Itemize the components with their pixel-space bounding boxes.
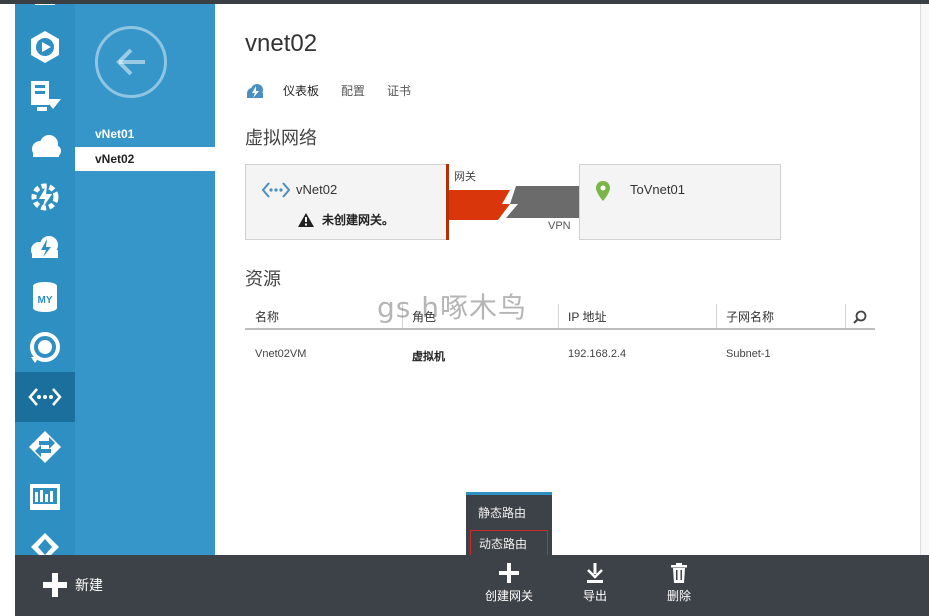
networks-icon [28, 388, 62, 406]
tab-certificates[interactable]: 证书 [387, 82, 411, 99]
rail-item-cloud-services[interactable] [15, 122, 75, 172]
column-header-subnet[interactable]: 子网名称 [726, 308, 774, 325]
download-icon [587, 563, 603, 583]
hdinsight-icon [31, 236, 58, 258]
rail-item-hdinsight[interactable] [15, 222, 75, 272]
rail-item-media-services[interactable] [15, 22, 75, 72]
right-panel-edge [920, 4, 929, 555]
export-label: 导出 [582, 589, 607, 603]
trash-icon [671, 563, 687, 583]
tab-dashboard[interactable]: 仪表板 [283, 82, 319, 99]
menu-item-dynamic-routing[interactable]: 动态路由 [470, 530, 548, 556]
create-gateway-button[interactable]: 创建网关 [481, 563, 537, 604]
menu-item-static-routing[interactable]: 静态路由 [470, 500, 548, 526]
service-rail: MY [15, 4, 75, 555]
column-header-ip[interactable]: IP 地址 [568, 308, 606, 325]
media-services-icon [31, 31, 59, 63]
tab-configure[interactable]: 配置 [341, 82, 365, 99]
gateway-label: 网关 [454, 171, 476, 183]
network-list-panel: vNet01 vNet02 [75, 4, 215, 555]
left-edge [0, 4, 15, 555]
rail-item-automation[interactable] [15, 172, 75, 222]
network-icon [262, 182, 290, 198]
back-button[interactable] [95, 26, 167, 98]
traffic-manager-icon [29, 431, 61, 463]
column-header-name[interactable]: 名称 [255, 308, 279, 325]
vpn-label: VPN [548, 220, 571, 232]
local-network-box: vNet02 未创建网关。 [245, 164, 448, 240]
remote-network-name: ToVnet01 [630, 182, 685, 197]
watermark: gs.h啄木鸟 [377, 291, 528, 324]
local-network-name: vNet02 [296, 182, 338, 197]
plus-icon [43, 573, 67, 597]
remote-network-box: ToVnet01 [579, 164, 781, 240]
cell-subnet: Subnet-1 [726, 348, 771, 360]
table-row[interactable]: Vnet02VM 虚拟机 192.168.2.4 Subnet-1 [245, 330, 875, 370]
vpn-gray-bar [506, 186, 580, 218]
mysql-icon: MY [33, 282, 57, 312]
column-divider [558, 304, 559, 328]
delete-button[interactable]: 删除 [659, 563, 699, 604]
rail-item-import-export[interactable] [15, 72, 75, 122]
column-divider [716, 304, 717, 328]
dashboard-cloud-icon [247, 83, 263, 98]
resources-table: 名称 角色 IP 地址 子网名称 Vnet02VM 虚拟机 192.168.2.… [245, 302, 875, 370]
nav-item-vnet01[interactable]: vNet01 [75, 122, 215, 146]
cell-role: 虚拟机 [412, 351, 445, 363]
resources-heading: 资源 [245, 269, 281, 289]
main-content: vnet02 仪表板 配置 证书 虚拟网络 vNet02 未创建网关。 网关 V… [215, 4, 929, 555]
automation-icon [31, 183, 59, 211]
gateway-warning-text: 未创建网关。 [322, 213, 395, 227]
warning-icon [298, 212, 314, 227]
rail-item-active-directory[interactable] [15, 522, 75, 555]
rail-item-networks[interactable] [15, 372, 75, 422]
search-icon[interactable] [853, 310, 867, 324]
cell-ip: 192.168.2.4 [568, 348, 627, 360]
import-export-icon [31, 81, 61, 111]
gateway-warning: 未创建网关。 [298, 211, 394, 228]
table-header: 名称 角色 IP 地址 子网名称 [245, 302, 875, 330]
new-button-label: 新建 [75, 577, 103, 593]
management-services-icon [30, 484, 60, 510]
recovery-services-icon [30, 332, 60, 363]
page-title: vnet02 [245, 30, 318, 57]
rail-item-recovery-services[interactable] [15, 322, 75, 372]
rail-item-mysql[interactable]: MY [15, 272, 75, 322]
cloud-services-icon [32, 135, 61, 157]
arrow-left-icon [116, 48, 145, 76]
active-directory-icon [31, 533, 59, 555]
rail-item-traffic-manager[interactable] [15, 422, 75, 472]
export-button[interactable]: 导出 [575, 563, 615, 604]
new-button[interactable]: 新建 [43, 573, 103, 597]
command-bar: 新建 创建网关 导出 删除 [15, 555, 929, 616]
partial-top-icon[interactable] [15, 4, 75, 20]
partial-icon [35, 4, 55, 5]
rail-item-management-services[interactable] [15, 472, 75, 522]
cell-name: Vnet02VM [255, 348, 307, 360]
virtual-network-heading: 虚拟网络 [245, 128, 317, 148]
gateway-red-bar [449, 190, 510, 220]
tab-bar: 仪表板 配置 证书 [245, 82, 433, 99]
gateway-type-menu: 静态路由 动态路由 [466, 492, 552, 556]
nav-item-vnet02[interactable]: vNet02 [75, 147, 215, 171]
create-gateway-label: 创建网关 [484, 589, 533, 603]
delete-label: 删除 [666, 589, 691, 603]
plus-icon [499, 563, 519, 583]
location-pin-icon [596, 181, 610, 201]
gateway-edge [446, 164, 449, 240]
column-divider [845, 304, 846, 328]
svg-text:MY: MY [38, 295, 53, 306]
